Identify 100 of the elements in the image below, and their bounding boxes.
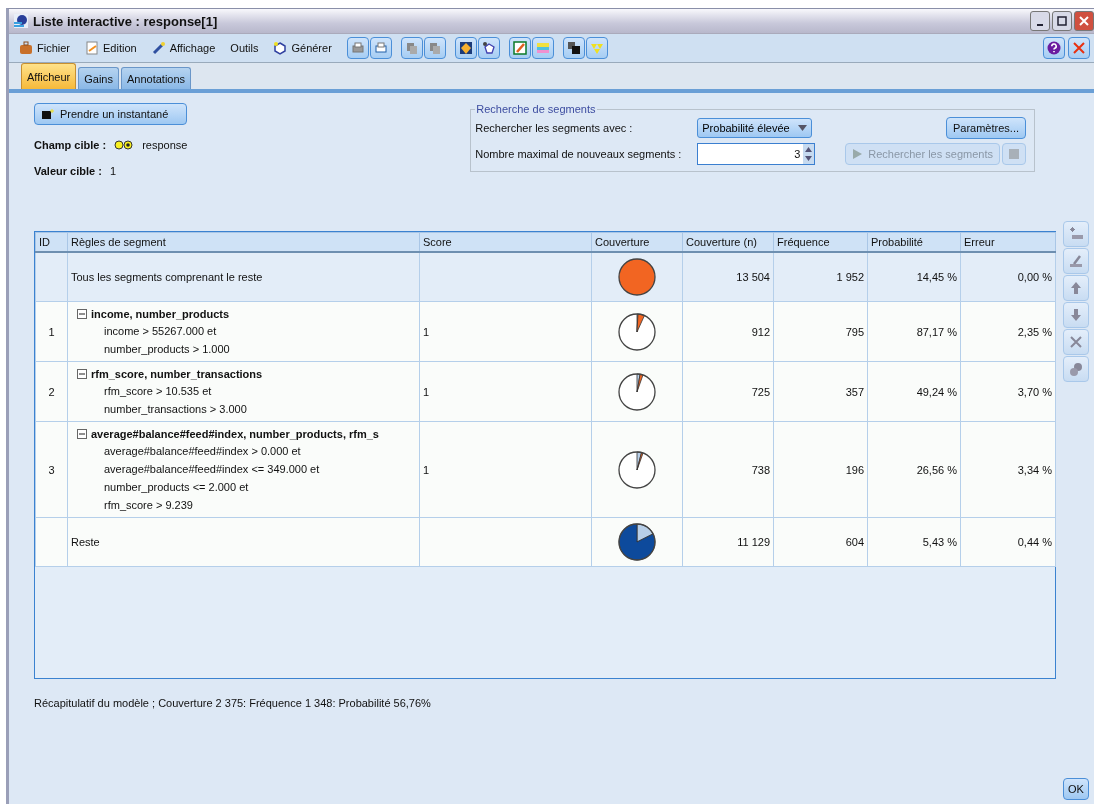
close-icon (1079, 16, 1089, 26)
segment-title: average#balance#feed#index, number_products, rfm_s (91, 427, 379, 440)
menu-item[interactable]: Edition (79, 41, 143, 55)
target-value-label: Valeur cible : (34, 165, 102, 177)
edit-icon[interactable] (1063, 248, 1089, 274)
merge-icon[interactable] (1063, 356, 1089, 382)
tab[interactable]: Afficheur (21, 63, 77, 89)
settings-button[interactable]: Paramètres... (945, 117, 1026, 139)
table-cell: 1 (423, 325, 430, 338)
table-cell: 2,35 % (1017, 325, 1052, 338)
delete-icon[interactable] (1063, 329, 1089, 355)
target-value: 1 (109, 165, 116, 177)
table-cell: 3,70 % (1017, 385, 1052, 398)
table-cell: 11 129 (737, 536, 770, 548)
column-header[interactable]: ID (35, 232, 68, 252)
table-cell: 1 (48, 325, 55, 338)
window-title: Liste interactive : response[1] (33, 13, 218, 29)
table-cell: 357 (845, 385, 864, 398)
minimize-icon (1037, 24, 1043, 26)
maximize-icon (1057, 16, 1067, 26)
dropdown-caret-icon (797, 125, 807, 131)
segment-condition: average#balance#feed#index > 0.000 et (103, 444, 302, 459)
menu-item[interactable]: Fichier (13, 41, 76, 55)
segment-condition: number_products <= 2.000 et (103, 480, 250, 495)
column-header[interactable]: Score (419, 232, 592, 252)
table-cell: 1 (423, 463, 430, 476)
table-cell: 87,17 % (916, 325, 957, 338)
collapse-icon[interactable] (77, 308, 87, 319)
max-segments-label: Nombre maximal de nouveaux segments : (475, 148, 683, 160)
help-icon[interactable] (1043, 37, 1065, 59)
table-cell: 912 (751, 325, 770, 338)
stop-icon (1009, 149, 1019, 159)
tab[interactable]: Annotations (120, 67, 192, 89)
table-cell: 49,24 % (916, 385, 957, 398)
print-icon[interactable] (369, 37, 392, 59)
maximize-button[interactable] (1052, 11, 1072, 31)
search-criterion-dropdown[interactable]: Probabilité élevée (697, 118, 812, 138)
table-cell: 1 952 (836, 271, 864, 283)
menu-item[interactable]: Générer (267, 41, 338, 55)
app-icon (13, 13, 29, 29)
ok-button[interactable]: OK (1063, 778, 1089, 800)
max-segments-spinner[interactable]: 3 (697, 143, 816, 165)
menu-item[interactable]: Affichage (145, 41, 222, 55)
target-field-value: response (142, 139, 188, 151)
hexagon-icon (273, 41, 288, 55)
tab[interactable]: Gains (78, 67, 119, 89)
menu-item[interactable]: Outils (224, 42, 265, 54)
target-field-label: Champ cible : (34, 139, 107, 151)
table-cell: 0,00 % (1017, 271, 1052, 283)
table-cell: 1 (423, 385, 430, 398)
table-cell: 795 (845, 325, 864, 338)
minimize-button[interactable] (1030, 11, 1050, 31)
column-header[interactable]: Couverture (591, 232, 683, 252)
coverage-pie-icon (617, 371, 657, 412)
spinner-arrows-icon (803, 144, 815, 164)
snapshot-button[interactable]: Prendre un instantané (34, 103, 188, 125)
collapse-icon[interactable] (77, 428, 87, 439)
new-segment-icon[interactable] (1063, 221, 1089, 247)
briefcase-icon (19, 41, 33, 55)
coverage-pie-icon (617, 449, 657, 490)
table-icon[interactable] (531, 37, 554, 59)
table-cell: 3,34 % (1017, 463, 1052, 476)
segment-condition: number_transactions > 3.000 (103, 402, 248, 417)
segment-title: income, number_products (91, 307, 230, 320)
edit-table-icon[interactable] (508, 37, 531, 59)
coverage-pie-icon (617, 522, 657, 562)
table-cell: 604 (845, 536, 864, 548)
search-by-label: Rechercher les segments avec : (475, 122, 634, 134)
camera-icon (41, 108, 55, 120)
table-cell: 5,43 % (922, 536, 957, 548)
segment-condition: income > 55267.000 et (103, 324, 218, 339)
panel-title: Recherche de segments (475, 103, 597, 115)
table-cell: Reste (71, 536, 100, 548)
paste-icon[interactable] (423, 37, 446, 59)
close-icon[interactable] (1068, 37, 1090, 59)
table-cell: 3 (48, 463, 55, 476)
table-cell: 0,44 % (1017, 536, 1052, 548)
column-header[interactable]: Fréquence (773, 232, 868, 252)
model-summary: Récapitulatif du modèle ; Couverture 2 375: Fréquence 1 348: Probabilité 56,76% (34, 696, 432, 709)
layers-icon[interactable] (562, 37, 585, 59)
table-cell: 2 (48, 385, 55, 398)
copy-icon[interactable] (400, 37, 423, 59)
table-cell: 738 (751, 463, 770, 476)
table-cell: Tous les segments comprenant le reste (71, 271, 263, 283)
column-header[interactable]: Couverture (n) (682, 232, 774, 252)
table-cell: 196 (845, 463, 864, 476)
segment-condition: number_products > 1.000 (103, 342, 231, 357)
column-header[interactable]: Probabilité (867, 232, 961, 252)
coverage-pie-icon (617, 311, 657, 352)
collapse-icon[interactable] (77, 368, 87, 379)
play-icon (852, 148, 864, 160)
segment-condition: rfm_score > 9.239 (103, 498, 194, 513)
close-button[interactable] (1074, 11, 1094, 31)
column-header[interactable]: Erreur (960, 232, 1056, 252)
column-header[interactable]: Règles de segment (67, 232, 420, 252)
flag-field-icon (114, 140, 135, 150)
table-cell: 14,45 % (916, 271, 957, 283)
print-preview-icon[interactable] (346, 37, 369, 59)
table-cell: 13 504 (736, 271, 770, 283)
document-icon (85, 41, 99, 55)
